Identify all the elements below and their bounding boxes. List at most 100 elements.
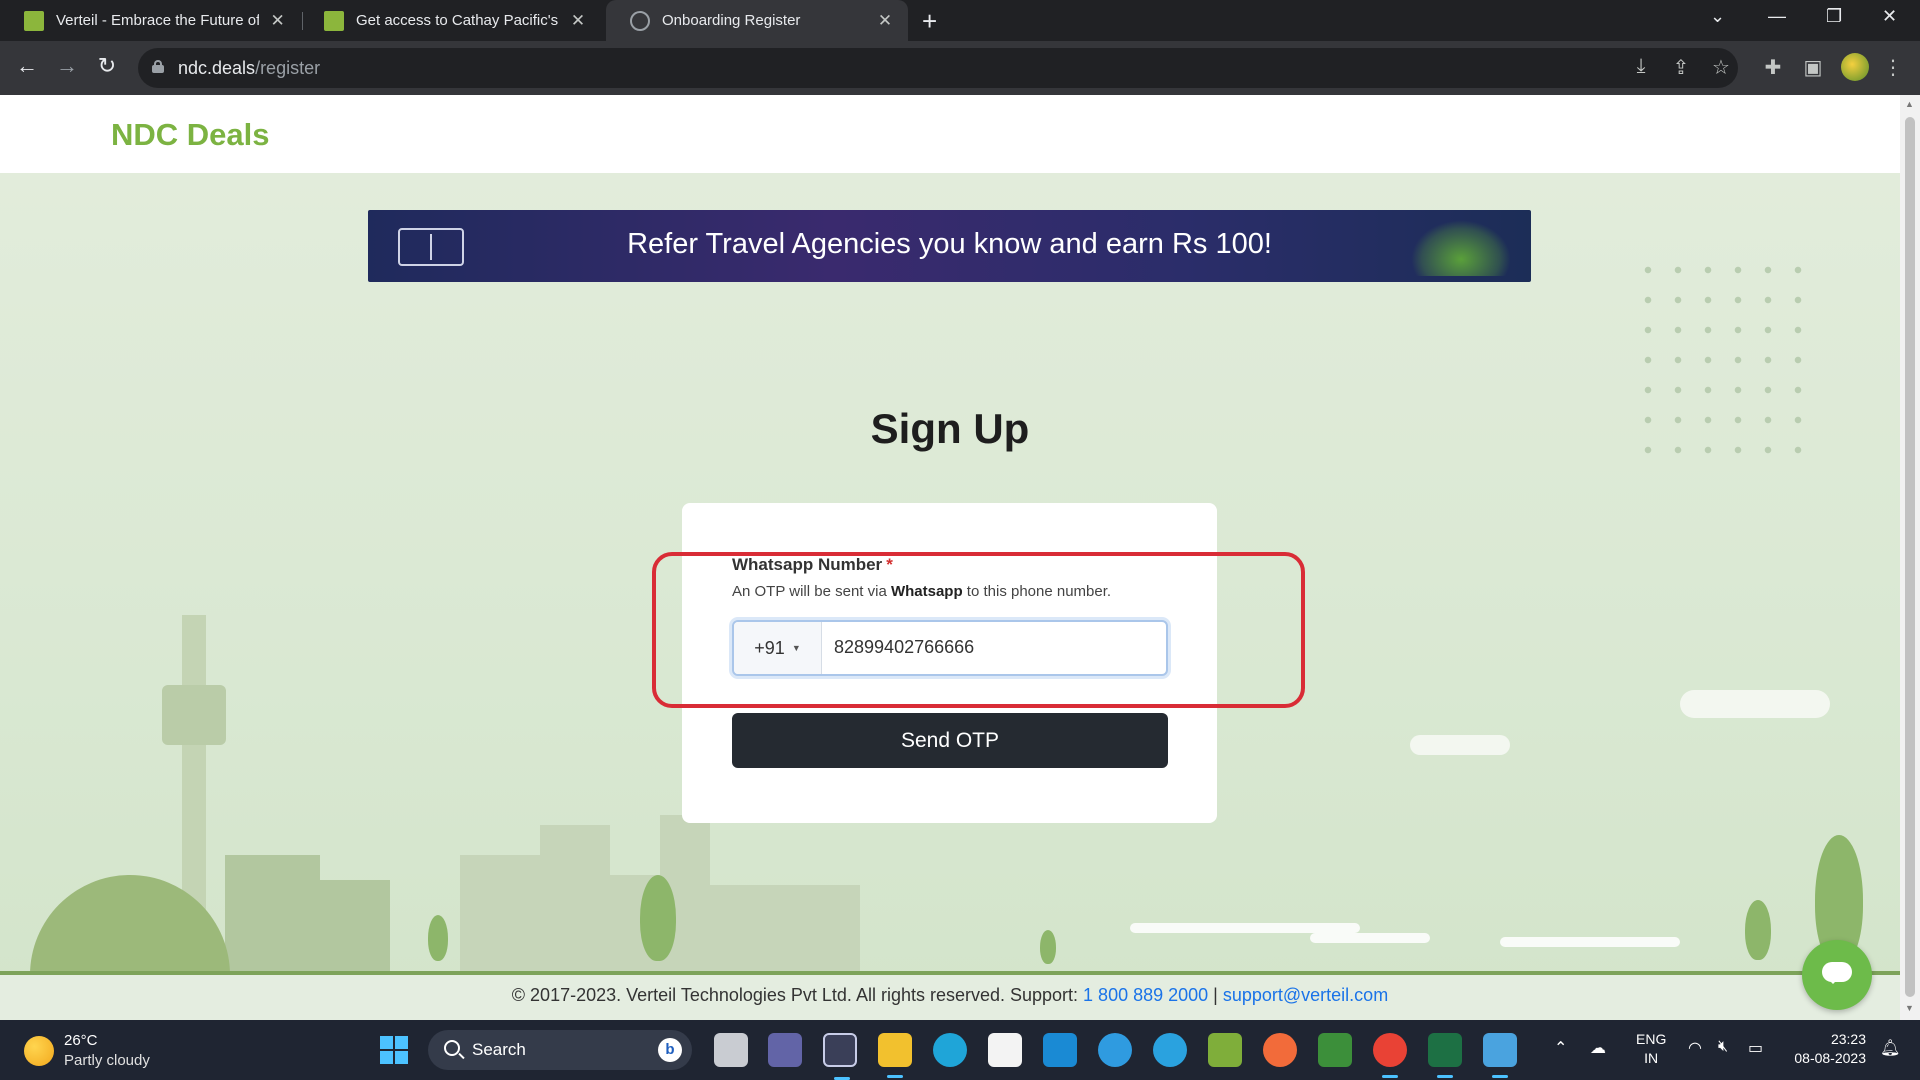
telegram-icon[interactable] — [1153, 1033, 1187, 1067]
share-icon[interactable]: ⇪ — [1668, 55, 1694, 80]
tab-search-chevron-icon[interactable]: ⌄ — [1710, 6, 1725, 27]
tree — [640, 875, 676, 961]
send-otp-button[interactable]: Send OTP — [732, 713, 1168, 768]
support-phone-link[interactable]: 1 800 889 2000 — [1083, 985, 1208, 1005]
chat-bubble-icon — [1822, 962, 1852, 984]
web-page: NDC Deals Refer Travel Agencies you know… — [0, 95, 1900, 1020]
support-email-link[interactable]: support@verteil.com — [1223, 985, 1388, 1005]
scroll-down-icon[interactable]: ▼ — [1905, 1003, 1914, 1013]
volume-muted-icon[interactable]: 🔇︎ — [1718, 1038, 1728, 1056]
help-icon[interactable] — [1098, 1033, 1132, 1067]
snipping-tool-icon[interactable] — [1208, 1033, 1242, 1067]
url-text: ndc.deals/register — [178, 58, 320, 79]
address-bar[interactable]: ndc.deals/register — [138, 48, 1738, 88]
show-hidden-icons-chevron-icon[interactable]: ⌃ — [1554, 1038, 1567, 1058]
partly-cloudy-icon — [24, 1036, 54, 1066]
annotation-highlight-box — [652, 552, 1305, 708]
lang-region: IN — [1644, 1050, 1659, 1066]
scroll-thumb[interactable] — [1905, 117, 1915, 997]
scroll-up-icon[interactable]: ▲ — [1905, 99, 1914, 109]
verteil-favicon-icon — [24, 10, 44, 31]
page-title: Sign Up — [870, 405, 1030, 452]
windows-taskbar: 26°C Partly cloudy Search b ⌃ ☁ ENG IN ◠ … — [0, 1020, 1920, 1080]
search-icon — [444, 1040, 460, 1056]
building — [225, 855, 320, 971]
lock-icon — [152, 60, 164, 73]
airplane — [1130, 923, 1360, 933]
site-logo[interactable]: NDC Deals — [111, 117, 270, 153]
taskbar-search[interactable]: Search b — [428, 1030, 692, 1070]
language-indicator[interactable]: ENG IN — [1636, 1030, 1666, 1068]
tab-title: Get access to Cathay Pacific's ND — [356, 12, 560, 29]
browser-tab-cathay[interactable]: Get access to Cathay Pacific's ND ✕ — [300, 0, 600, 41]
onedrive-cloud-icon[interactable]: ☁ — [1590, 1038, 1606, 1058]
eclipse-icon[interactable] — [823, 1033, 857, 1080]
browser-toolbar: ← → ↻ ndc.deals/register ⤓ ⇪ ☆ ✚ ▣ ⋮ — [0, 41, 1920, 95]
node-icon[interactable] — [1318, 1033, 1352, 1067]
install-app-icon[interactable]: ⤓ — [1628, 55, 1654, 78]
building — [310, 880, 390, 971]
tab-title: Verteil - Embrace the Future of D — [56, 12, 260, 29]
browser-tabstrip: Verteil - Embrace the Future of D ✕ Get … — [0, 0, 1920, 41]
browser-tab-onboarding[interactable]: Onboarding Register ✕ — [606, 0, 908, 41]
weather-condition: Partly cloudy — [64, 1052, 150, 1069]
tab-title: Onboarding Register — [662, 12, 801, 29]
footer-copyright: © 2017-2023. Verteil Technologies Pvt Lt… — [511, 985, 1084, 1005]
airplane — [1500, 937, 1680, 947]
clock-time: 23:23 — [1830, 1031, 1866, 1047]
building — [460, 855, 540, 971]
building — [540, 825, 610, 971]
minimize-icon[interactable]: — — [1768, 6, 1786, 27]
airplane — [1310, 933, 1430, 943]
verteil-favicon-icon — [324, 10, 344, 31]
restore-icon[interactable]: ❐ — [1826, 6, 1842, 27]
edge-icon[interactable] — [933, 1033, 967, 1067]
referral-banner[interactable]: Refer Travel Agencies you know and earn … — [368, 210, 1531, 282]
extensions-puzzle-icon[interactable]: ✚ — [1760, 55, 1786, 80]
site-header: NDC Deals — [0, 95, 1900, 173]
tree — [428, 915, 448, 961]
reload-icon[interactable]: ↻ — [93, 53, 121, 79]
tree — [1745, 900, 1771, 960]
site-footer: © 2017-2023. Verteil Technologies Pvt Lt… — [0, 975, 1900, 1020]
battery-icon[interactable]: ▭ — [1748, 1038, 1763, 1058]
back-icon[interactable]: ← — [13, 53, 41, 79]
chrome-icon[interactable] — [1373, 1033, 1407, 1078]
excel-icon[interactable] — [1428, 1033, 1462, 1078]
search-label: Search — [472, 1040, 526, 1059]
notification-bell-icon[interactable]: 🔔︎ — [1880, 1038, 1900, 1058]
menu-kebab-icon[interactable]: ⋮ — [1880, 55, 1906, 80]
url-path: /register — [255, 58, 321, 78]
cloud — [1680, 690, 1830, 718]
control-tower-top — [162, 685, 226, 745]
travelers-illustration — [1411, 220, 1511, 276]
windows-start-icon[interactable] — [380, 1036, 408, 1064]
notepad-icon[interactable] — [1483, 1033, 1517, 1078]
page-scrollbar[interactable]: ▲ ▼ — [1900, 95, 1920, 1020]
close-tab-icon[interactable]: ✕ — [570, 11, 586, 31]
close-tab-icon[interactable]: ✕ — [269, 11, 286, 31]
microsoft-store-icon[interactable] — [988, 1033, 1022, 1067]
bing-icon[interactable]: b — [658, 1038, 682, 1062]
wifi-icon[interactable]: ◠ — [1688, 1038, 1702, 1058]
weather-temperature: 26°C — [64, 1032, 98, 1049]
bookmark-star-icon[interactable]: ☆ — [1708, 55, 1734, 80]
new-tab-icon[interactable]: + — [922, 6, 937, 37]
profile-avatar[interactable] — [1841, 53, 1869, 81]
task-view-icon[interactable] — [714, 1033, 748, 1067]
lang-primary: ENG — [1636, 1031, 1667, 1047]
browser-tab-verteil[interactable]: Verteil - Embrace the Future of D ✕ — [0, 0, 300, 41]
chat-widget-button[interactable] — [1802, 940, 1872, 1010]
postman-icon[interactable] — [1263, 1033, 1297, 1067]
clock-date: 08-08-2023 — [1794, 1050, 1866, 1066]
side-panel-icon[interactable]: ▣ — [1800, 55, 1826, 80]
teams-icon[interactable] — [768, 1033, 802, 1067]
myhp-icon[interactable] — [1043, 1033, 1077, 1067]
building — [710, 885, 860, 971]
close-tab-icon[interactable]: ✕ — [876, 11, 894, 31]
file-explorer-icon[interactable] — [878, 1033, 912, 1078]
close-window-icon[interactable]: ✕ — [1882, 6, 1897, 27]
forward-icon[interactable]: → — [53, 53, 81, 79]
taskbar-clock[interactable]: 23:23 08-08-2023 — [1782, 1030, 1866, 1068]
banner-text: Refer Travel Agencies you know and earn … — [627, 228, 1272, 260]
